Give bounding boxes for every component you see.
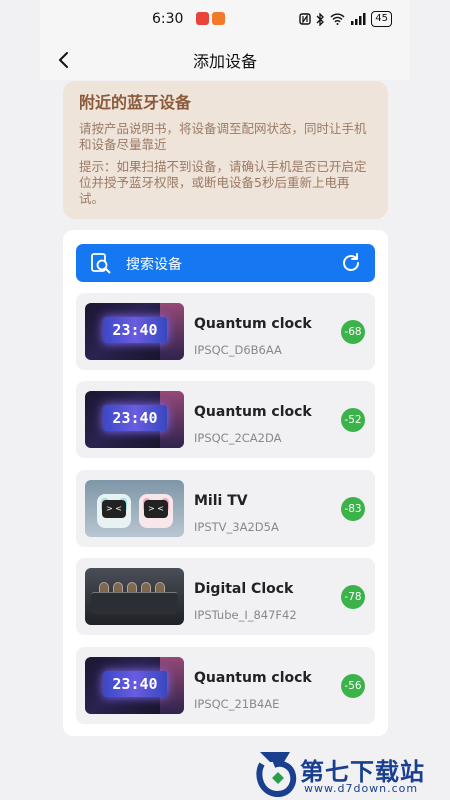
bluetooth-icon xyxy=(316,12,325,26)
device-id: IPSQC_21B4AE xyxy=(194,697,280,711)
search-device-icon xyxy=(91,253,111,274)
battery-indicator: 45 xyxy=(371,11,392,27)
signal-strength-badge: -52 xyxy=(341,408,365,432)
app-notification-icon xyxy=(212,12,225,25)
device-id: IPSQC_2CA2DA xyxy=(194,431,282,445)
device-item[interactable]: 23:40 Quantum clock IPSQC_2CA2DA -52 xyxy=(76,381,375,458)
status-bar: 6:30 45 xyxy=(40,0,410,40)
device-id: IPSTube_I_847F42 xyxy=(194,608,297,622)
device-name: Quantum clock xyxy=(194,316,312,332)
page-title: 添加设备 xyxy=(192,52,257,71)
status-right: 45 xyxy=(299,11,392,27)
device-thumbnail: 23:40 xyxy=(85,391,184,448)
refresh-icon[interactable] xyxy=(340,252,362,274)
device-name: Quantum clock xyxy=(194,404,312,420)
signal-strength-badge: -68 xyxy=(341,320,365,344)
signal-strength-badge: -83 xyxy=(341,497,365,521)
status-time: 6:30 xyxy=(152,11,184,27)
device-item[interactable]: 23:40 Quantum clock IPSQC_21B4AE -56 xyxy=(76,647,375,724)
search-devices-button[interactable]: 搜索设备 xyxy=(76,244,375,282)
clock-display: 23:40 xyxy=(103,317,167,343)
device-id: IPSTV_3A2D5A xyxy=(194,520,279,534)
wifi-icon xyxy=(330,13,345,25)
watermark-logo-icon xyxy=(256,752,297,797)
watermark: 第七下载站 www.d7down.com xyxy=(252,748,447,798)
device-thumbnail: 23:40 xyxy=(85,303,184,360)
signal-strength-badge: -78 xyxy=(341,585,365,609)
signal-icon xyxy=(351,13,366,25)
device-name: Quantum clock xyxy=(194,670,312,686)
notice-instruction: 请按产品说明书，将设备调至配网状态，同时让手机和设备尽量靠近 xyxy=(79,121,367,152)
nav-bar: 添加设备 xyxy=(40,40,410,80)
device-name: Digital Clock xyxy=(194,581,294,597)
notice-heading: 附近的蓝牙设备 xyxy=(79,93,192,112)
device-item[interactable]: > < > < Mili TV IPSTV_3A2D5A -83 xyxy=(76,470,375,547)
clock-display: 23:40 xyxy=(103,405,167,431)
device-thumbnail: > < > < xyxy=(85,480,184,537)
device-id: IPSQC_D6B6AA xyxy=(194,343,282,357)
device-thumbnail xyxy=(85,568,184,625)
device-thumbnail: 23:40 xyxy=(85,657,184,714)
signal-strength-badge: -56 xyxy=(341,674,365,698)
clock-display: 23:40 xyxy=(103,671,167,697)
app-notification-icon xyxy=(196,12,209,25)
search-button-label: 搜索设备 xyxy=(126,257,182,273)
device-list-panel: 搜索设备 23:40 Quantum clock IPSQC_D6B6AA -6… xyxy=(63,230,388,736)
watermark-url: www.d7down.com xyxy=(304,782,419,795)
device-item[interactable]: 23:40 Quantum clock IPSQC_D6B6AA -68 xyxy=(76,293,375,370)
nfc-icon xyxy=(299,13,311,25)
device-item[interactable]: Digital Clock IPSTube_I_847F42 -78 xyxy=(76,558,375,635)
bluetooth-notice-card: 附近的蓝牙设备 请按产品说明书，将设备调至配网状态，同时让手机和设备尽量靠近 提… xyxy=(63,81,388,219)
notice-tip: 提示：如果扫描不到设备，请确认手机是否已开启定位并授予蓝牙权限，或断电设备5秒后… xyxy=(79,159,367,206)
notification-icons xyxy=(196,12,225,25)
device-name: Mili TV xyxy=(194,493,248,509)
